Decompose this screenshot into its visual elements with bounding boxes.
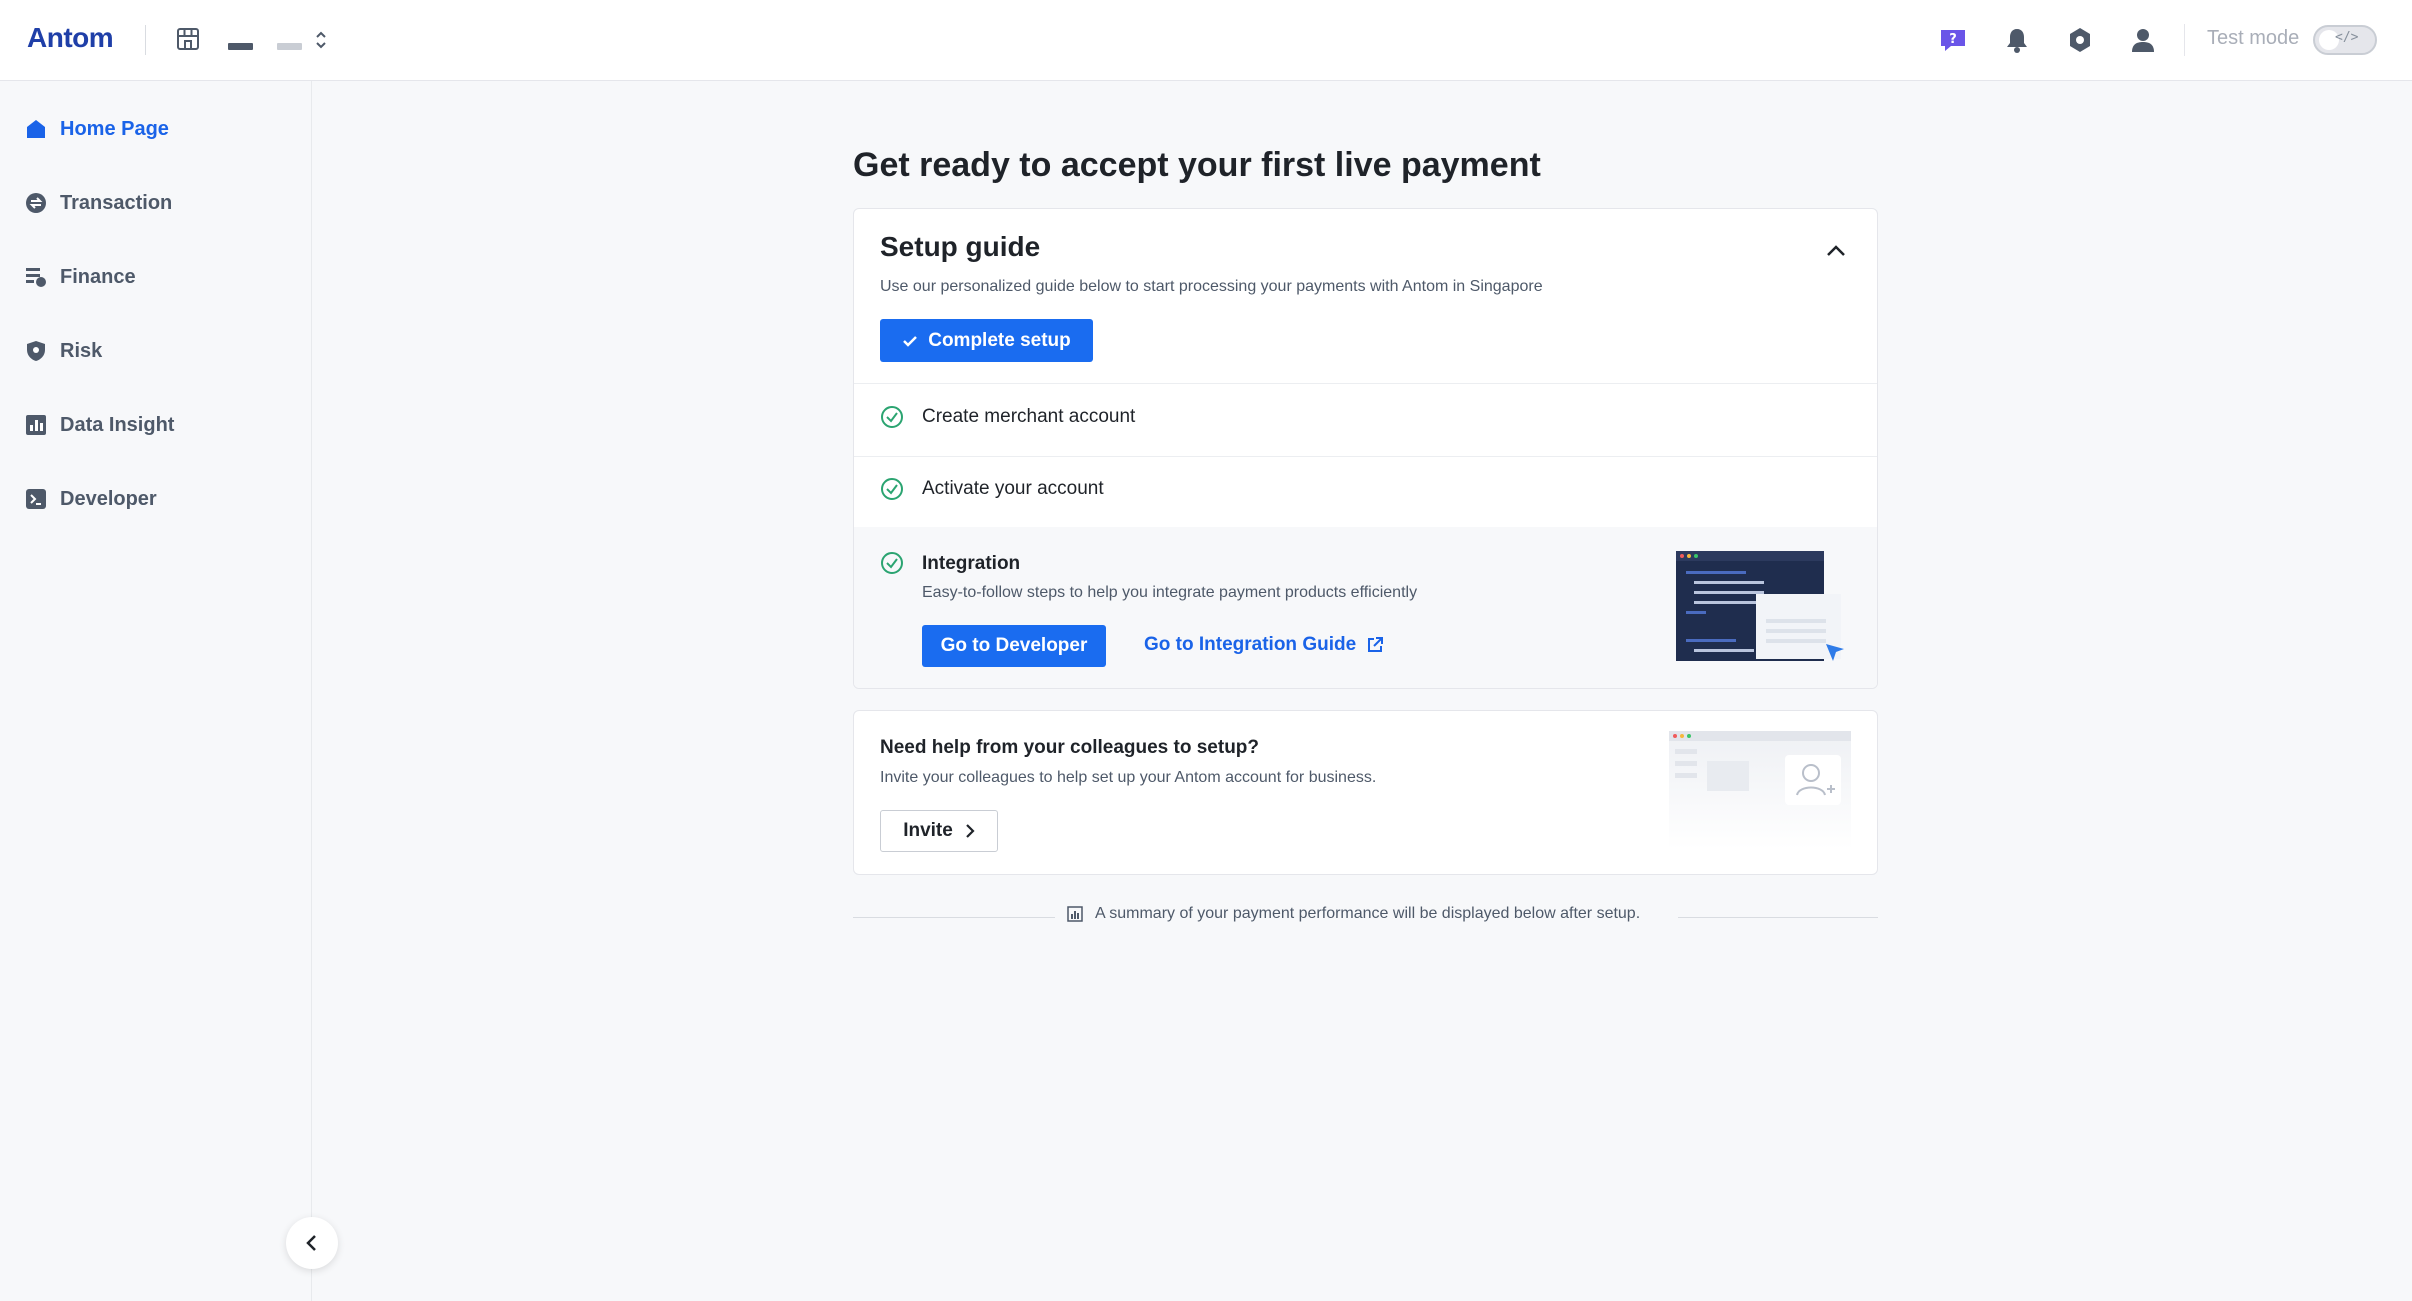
finance-icon — [26, 268, 46, 287]
divider — [2184, 24, 2185, 56]
invite-illustration — [1669, 731, 1851, 849]
chart-icon — [26, 415, 46, 435]
terminal-icon — [26, 489, 46, 509]
merchant-selector[interactable] — [228, 26, 338, 56]
invite-label: Invite — [903, 820, 953, 841]
complete-setup-label: Complete setup — [928, 329, 1071, 351]
sidebar-item-transaction[interactable]: Transaction — [24, 183, 284, 223]
store-icon[interactable] — [175, 26, 201, 52]
integration-guide-label: Go to Integration Guide — [1144, 634, 1357, 655]
complete-setup-button[interactable]: Complete setup — [880, 319, 1093, 362]
chevron-up-icon[interactable] — [1825, 244, 1847, 258]
antom-logo[interactable]: Antom — [27, 22, 114, 54]
merchant-name-redacted — [228, 43, 253, 50]
gear-icon[interactable] — [2065, 25, 2095, 55]
setup-guide-card: Setup guide Use our personalized guide b… — [853, 208, 1878, 689]
setup-guide-title: Setup guide — [880, 231, 1041, 262]
divider — [145, 25, 146, 55]
divider — [854, 383, 1877, 384]
step-activate-account[interactable]: Activate your account — [880, 477, 1104, 501]
chart-icon — [1067, 906, 1083, 922]
test-mode-label: Test mode — [2207, 27, 2300, 49]
sidebar-item-label: Home Page — [60, 117, 169, 140]
divider — [1678, 917, 1878, 918]
summary-text: A summary of your payment performance wi… — [1095, 905, 1641, 922]
integration-title: Integration — [922, 553, 1021, 574]
integration-guide-link[interactable]: Go to Integration Guide — [1144, 634, 1384, 656]
check-circle-icon — [881, 478, 903, 500]
top-bar: Antom ? Test mode </> — [0, 0, 2412, 81]
sidebar-collapse-button[interactable] — [286, 1217, 338, 1269]
sidebar-item-risk[interactable]: Risk — [24, 331, 284, 371]
sidebar-item-label: Finance — [60, 265, 136, 288]
sidebar-item-label: Transaction — [60, 191, 173, 214]
external-link-icon — [1368, 637, 1384, 652]
go-to-developer-button[interactable]: Go to Developer — [922, 625, 1106, 667]
home-icon — [27, 120, 45, 138]
sidebar: Home Page Transaction Finance Risk Data … — [0, 81, 312, 1301]
invite-card-description: Invite your colleagues to help set up yo… — [880, 769, 1377, 786]
divider — [854, 456, 1877, 457]
setup-guide-description: Use our personalized guide below to star… — [880, 278, 1543, 295]
step-label: Create merchant account — [922, 406, 1136, 427]
chevron-right-icon — [966, 824, 975, 838]
check-icon — [903, 335, 918, 347]
invite-button[interactable]: Invite — [880, 810, 998, 852]
check-circle-icon — [881, 552, 903, 574]
check-circle-icon — [881, 406, 903, 428]
sidebar-item-label: Developer — [60, 487, 157, 510]
sidebar-item-label: Risk — [60, 339, 103, 362]
sidebar-item-home-page[interactable]: Home Page — [24, 109, 284, 149]
code-editor-illustration — [1676, 551, 1844, 661]
chevron-left-icon — [306, 1235, 316, 1251]
sidebar-item-finance[interactable]: Finance — [24, 257, 284, 297]
summary-notice: A summary of your payment performance wi… — [1067, 905, 1640, 923]
sidebar-item-developer[interactable]: Developer — [24, 479, 284, 519]
bell-icon[interactable] — [2002, 25, 2032, 55]
svg-text:?: ? — [1949, 32, 1957, 47]
merchant-id-redacted — [277, 43, 302, 50]
help-chat-icon[interactable]: ? — [1938, 25, 1968, 55]
updown-chevron-icon — [316, 31, 326, 49]
integration-description: Easy-to-follow steps to help you integra… — [922, 584, 1418, 601]
transaction-icon — [26, 193, 46, 213]
divider — [853, 917, 1055, 918]
step-create-merchant-account[interactable]: Create merchant account — [880, 405, 1135, 429]
user-icon[interactable] — [2128, 25, 2158, 55]
shield-icon — [27, 341, 45, 361]
test-mode-toggle[interactable]: </> — [2313, 25, 2377, 55]
sidebar-item-label: Data Insight — [60, 413, 175, 436]
invite-card-title: Need help from your colleagues to setup? — [880, 737, 1260, 758]
invite-colleagues-card: Need help from your colleagues to setup?… — [853, 710, 1878, 875]
page-title: Get ready to accept your first live paym… — [853, 146, 1541, 184]
sidebar-item-data-insight[interactable]: Data Insight — [24, 405, 284, 445]
code-icon: </> — [2335, 30, 2359, 45]
step-label: Activate your account — [922, 478, 1104, 499]
